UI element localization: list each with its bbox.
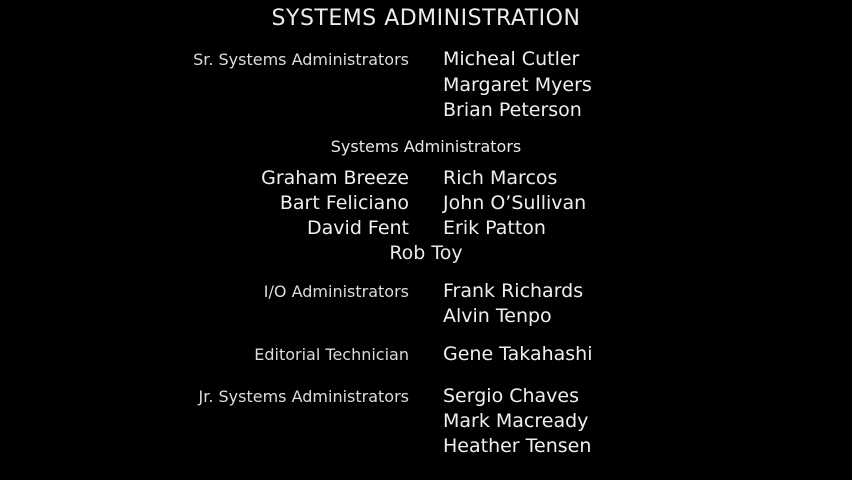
- credit-name: Margaret Myers: [443, 74, 592, 96]
- role-sr-systems-administrators: Sr. Systems Administrators: [193, 50, 409, 69]
- role-editorial-technician: Editorial Technician: [254, 345, 409, 364]
- role-io-administrators: I/O Administrators: [263, 282, 409, 301]
- credit-name: Bart Feliciano: [279, 192, 409, 214]
- credit-name: Rich Marcos: [443, 167, 558, 189]
- credit-name: Graham Breeze: [261, 167, 409, 189]
- role-jr-systems-administrators: Jr. Systems Administrators: [198, 387, 410, 406]
- credit-name: Heather Tensen: [443, 435, 592, 457]
- credit-name: David Fent: [307, 217, 409, 239]
- credit-name: Sergio Chaves: [443, 385, 580, 407]
- credit-name: Gene Takahashi: [443, 343, 593, 365]
- credits-frame: SYSTEMS ADMINISTRATION Sr. Systems Admin…: [0, 0, 852, 480]
- credit-name-centered: Rob Toy: [389, 242, 463, 264]
- credit-name: Alvin Tenpo: [443, 305, 552, 327]
- credit-name: Brian Peterson: [443, 99, 582, 121]
- credit-name: Erik Patton: [443, 217, 546, 239]
- credit-name: Micheal Cutler: [443, 48, 580, 70]
- credit-name: Frank Richards: [443, 280, 584, 302]
- section-heading: SYSTEMS ADMINISTRATION: [271, 6, 581, 31]
- credit-name: Mark Macready: [443, 410, 589, 432]
- role-systems-administrators: Systems Administrators: [330, 137, 522, 156]
- credit-name: John O’Sullivan: [443, 192, 587, 214]
